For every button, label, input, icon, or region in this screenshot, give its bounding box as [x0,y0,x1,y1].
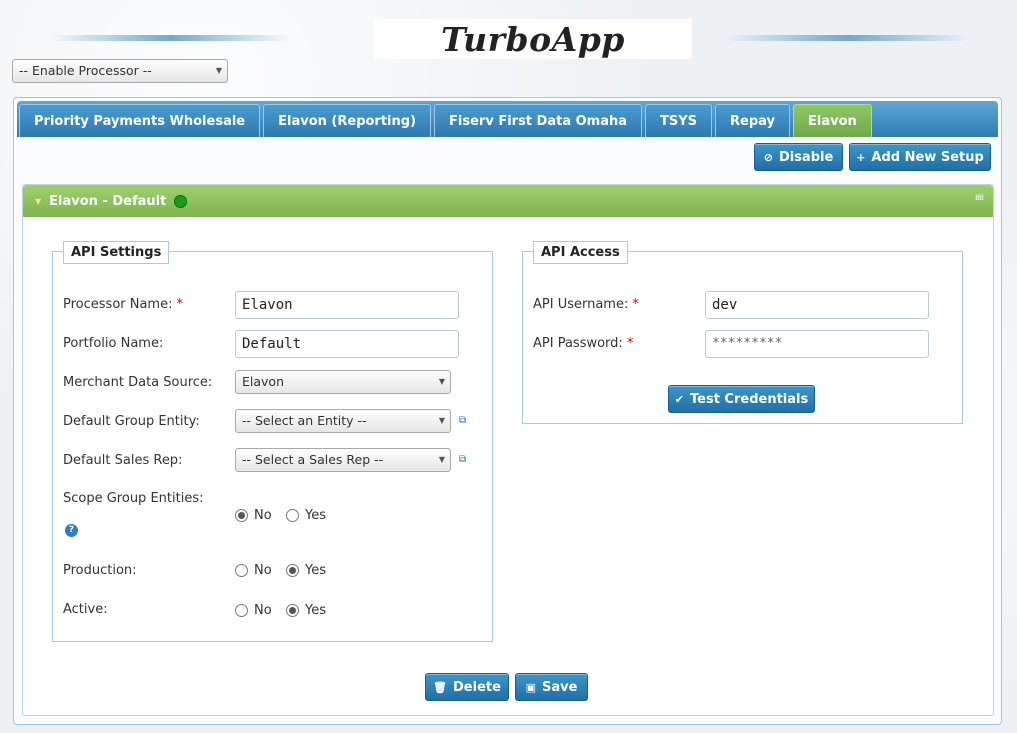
radio-selected-icon [235,509,248,522]
app-logo: TurboApp [374,19,692,59]
radio-label: No [254,508,272,523]
radio-label: No [254,603,272,618]
merchant-data-source-value: Elavon [242,374,284,389]
open-external-icon[interactable]: ⧉ [459,454,466,465]
api-password-input[interactable]: ********* [705,330,929,358]
default-sales-rep-value: -- Select a Sales Rep -- [242,452,384,467]
processor-container: Priority Payments Wholesale Elavon (Repo… [13,97,1002,725]
floppy-disk-icon: ▣ [525,680,536,694]
processor-name-label-text: Processor Name: [63,297,173,312]
checkmark-icon: ✔ [674,392,684,406]
open-external-icon[interactable]: ⧉ [459,415,466,426]
active-yes-radio[interactable]: Yes [286,603,326,618]
chevron-down-icon: ▼ [215,66,222,75]
disable-label: Disable [778,149,834,165]
drag-grip-icon[interactable]: ⁞⁞⁞⁞ [975,193,984,202]
chevron-down-icon: ▼ [438,455,445,464]
enable-processor-value: -- Enable Processor -- [19,63,152,78]
add-new-setup-label: Add New Setup [871,149,984,165]
delete-label: Delete [453,679,501,695]
tab-priority-payments-wholesale[interactable]: Priority Payments Wholesale [19,104,261,137]
test-credentials-label: Test Credentials [690,391,809,407]
status-indicator-icon [174,194,188,208]
radio-label: Yes [305,563,326,578]
header-decoration-right [725,35,970,41]
required-marker: * [626,336,634,351]
default-group-entity-label: Default Group Entity: [63,414,200,429]
api-settings-legend: API Settings [63,241,170,264]
api-username-input[interactable]: dev [705,291,929,319]
portfolio-name-label: Portfolio Name: [63,336,164,351]
merchant-data-source-label: Merchant Data Source: [63,375,213,390]
tab-tsys[interactable]: TSYS [645,104,713,137]
radio-selected-icon [286,604,299,617]
api-password-label-text: API Password: [533,336,623,351]
chevron-down-icon: ▼ [438,377,445,386]
disable-icon: ⊘ [763,150,773,164]
api-settings-group: API Settings Processor Name: * Elavon Por… [52,241,493,642]
api-username-label: API Username: * [533,297,639,312]
required-marker: * [632,297,639,312]
scope-group-entities-label: Scope Group Entities: [63,491,204,506]
save-label: Save [541,679,578,695]
merchant-data-source-select[interactable]: Elavon ▼ [235,370,451,394]
production-label: Production: [63,563,137,578]
processor-name-label: Processor Name: * [63,297,183,312]
setup-panel: ▼ Elavon - Default ⁞⁞⁞⁞ API Settings Pro… [22,184,994,716]
radio-selected-icon [286,564,299,577]
save-button[interactable]: ▣ Save [515,673,588,701]
delete-button[interactable]: 🗑 Delete [425,673,509,701]
radio-label: No [254,563,272,578]
processor-tabs: Priority Payments Wholesale Elavon (Repo… [17,101,998,137]
radio-label: Yes [305,603,326,618]
chevron-down-icon: ▼ [438,416,445,425]
header-decoration-left [50,35,290,41]
production-yes-radio[interactable]: Yes [286,563,326,578]
scope-no-radio[interactable]: No [235,508,272,523]
api-access-legend: API Access [533,241,628,264]
api-username-label-text: API Username: [533,297,629,312]
required-marker: * [176,297,183,312]
default-sales-rep-select[interactable]: -- Select a Sales Rep -- ▼ [235,448,451,472]
plus-icon: + [856,150,866,164]
radio-label: Yes [305,508,326,523]
test-credentials-button[interactable]: ✔ Test Credentials [668,385,815,413]
scope-yes-radio[interactable]: Yes [286,508,326,523]
radio-unselected-icon [286,509,299,522]
active-no-radio[interactable]: No [235,603,272,618]
app-title: TurboApp [441,19,625,59]
tab-fiserv-first-data-omaha[interactable]: Fiserv First Data Omaha [434,104,643,137]
api-access-group: API Access API Username: * dev API Passwo… [522,241,963,424]
enable-processor-select[interactable]: -- Enable Processor -- ▼ [12,59,228,83]
help-icon[interactable]: ? [65,524,78,537]
tab-elavon-reporting[interactable]: Elavon (Reporting) [263,104,432,137]
production-no-radio[interactable]: No [235,563,272,578]
api-password-label: API Password: * [533,336,633,351]
trash-icon: 🗑 [433,680,448,694]
disable-button[interactable]: ⊘ Disable [754,143,843,171]
processor-name-input[interactable]: Elavon [235,291,459,319]
tab-elavon[interactable]: Elavon [793,104,872,137]
panel-header[interactable]: ▼ Elavon - Default ⁞⁞⁞⁞ [23,185,993,217]
add-new-setup-button[interactable]: + Add New Setup [849,143,991,171]
default-sales-rep-label: Default Sales Rep: [63,453,183,468]
radio-unselected-icon [235,604,248,617]
portfolio-name-input[interactable]: Default [235,330,459,358]
tab-repay[interactable]: Repay [715,104,791,137]
active-label: Active: [63,602,108,617]
default-group-entity-select[interactable]: -- Select an Entity -- ▼ [235,409,451,433]
default-group-entity-value: -- Select an Entity -- [242,413,367,428]
panel-title: Elavon - Default [49,193,167,209]
radio-unselected-icon [235,564,248,577]
collapse-triangle-icon: ▼ [35,196,42,206]
